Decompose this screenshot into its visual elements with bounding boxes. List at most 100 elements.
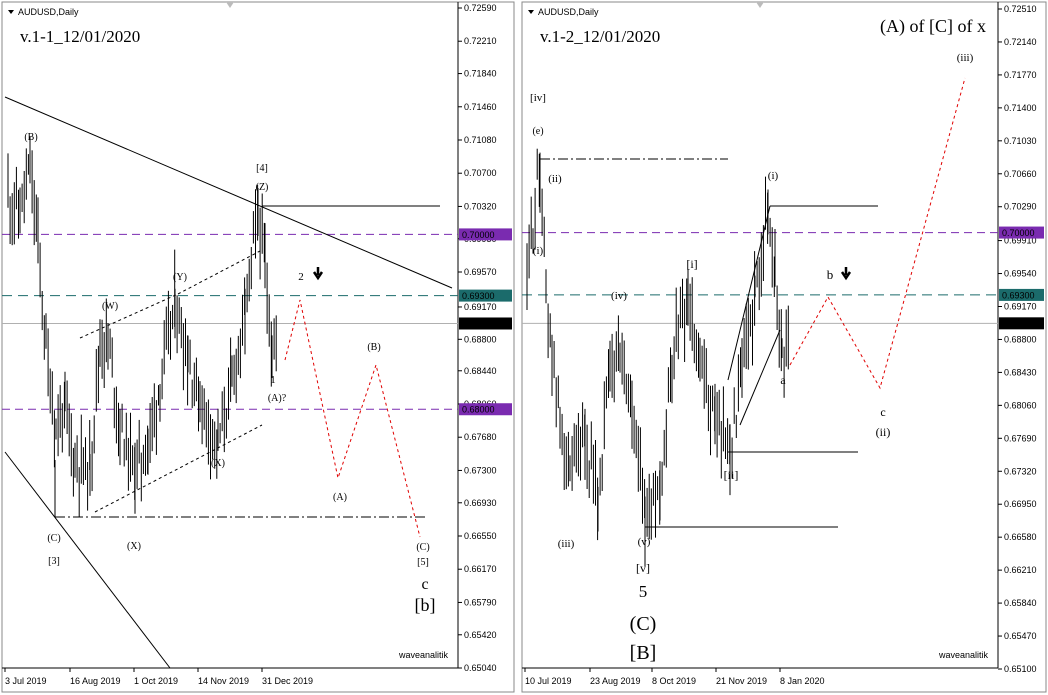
y-tick-label: 0.71770: [1004, 70, 1037, 80]
wave-label: [5]: [417, 557, 429, 568]
wave-label: (v): [638, 536, 651, 548]
wave-label: (iii): [957, 52, 974, 64]
wave-label: (A): [333, 492, 347, 503]
y-tick-label: 0.66580: [1004, 532, 1037, 542]
y-tick-label: 0.65040: [464, 663, 497, 673]
symbol-label: AUDUSD,Daily: [18, 7, 79, 17]
wave-label: (B): [367, 342, 380, 353]
y-tick-label: 0.65790: [464, 597, 497, 607]
wave-label: (B): [24, 132, 37, 143]
wave-label: 5: [639, 582, 648, 601]
x-tick-label: 21 Nov 2019: [716, 676, 767, 686]
level-price-label: 0.68981: [1002, 319, 1035, 329]
level-price-label: 0.70000: [462, 230, 495, 240]
x-tick-label: 14 Nov 2019: [198, 676, 249, 686]
y-tick-label: 0.65420: [464, 630, 497, 640]
y-tick-label: 0.72210: [464, 36, 497, 46]
version-label: v.1-2_12/01/2020: [540, 27, 660, 46]
y-tick-label: 0.72140: [1004, 37, 1037, 47]
wave-label: (i): [768, 170, 779, 182]
y-tick-label: 0.71080: [464, 135, 497, 145]
y-tick-label: 0.66930: [464, 498, 497, 508]
wave-label: (C): [416, 542, 429, 553]
y-tick-label: 0.70700: [464, 168, 497, 178]
y-tick-label: 0.67680: [464, 432, 497, 442]
y-tick-label: 0.67300: [464, 465, 497, 475]
y-tick-label: 0.66550: [464, 531, 497, 541]
version-label: v.1-1_12/01/2020: [20, 27, 140, 46]
wave-label: (A)?: [268, 393, 287, 404]
wave-label: [ii]: [724, 468, 739, 482]
y-tick-label: 0.72510: [1004, 4, 1037, 14]
wave-label: c: [880, 405, 885, 419]
charts-svg: 0.72590 0.72210 0.71840 0.71460 0.71080 0.707…: [1, 1, 1047, 693]
chart-frame: [1, 1, 515, 693]
y-tick-label: 0.67690: [1004, 433, 1037, 443]
y-tick-label: 0.65840: [1004, 598, 1037, 608]
y-tick-label: 0.68440: [464, 366, 497, 376]
watermark: waveanalitik: [398, 650, 449, 660]
wave-label: [b]: [415, 595, 436, 615]
y-tick-label: 0.69170: [1004, 301, 1037, 311]
x-tick-label: 23 Aug 2019: [590, 676, 641, 686]
y-tick-label: 0.69540: [1004, 269, 1037, 279]
wave-label: [v]: [636, 561, 650, 575]
y-tick-label: 0.71460: [464, 102, 497, 112]
level-price-label: 0.69300: [462, 291, 495, 301]
watermark: waveanalitik: [938, 650, 989, 660]
headline-label: (A) of [C] of x: [880, 16, 986, 37]
wave-label: (Y): [173, 272, 187, 283]
x-tick-label: 10 Jul 2019: [525, 676, 572, 686]
x-tick-label: 8 Oct 2019: [652, 676, 696, 686]
wave-label: (e): [532, 126, 543, 137]
y-tick-label: 0.71400: [1004, 103, 1037, 113]
wave-label: (W): [102, 301, 118, 312]
wave-label: [3]: [48, 556, 60, 567]
y-tick-label: 0.71030: [1004, 136, 1037, 146]
x-tick-label: 31 Dec 2019: [262, 676, 313, 686]
wave-label: [iv]: [530, 92, 546, 104]
wave-label: c: [421, 576, 428, 593]
wave-label: (ii): [876, 425, 891, 439]
y-tick-label: 0.69570: [464, 267, 497, 277]
y-tick-label: 0.65100: [1004, 664, 1037, 674]
y-tick-label: 0.70290: [1004, 202, 1037, 212]
symbol-label: AUDUSD,Daily: [538, 7, 599, 17]
y-tick-label: 0.66210: [1004, 565, 1037, 575]
wave-label: (C): [47, 533, 60, 544]
wave-label: 1: [270, 374, 276, 386]
y-tick-label: 0.68430: [1004, 367, 1037, 377]
wave-label: 2: [298, 271, 304, 283]
wave-label: (X): [211, 458, 225, 469]
y-tick-label: 0.65470: [1004, 631, 1037, 641]
level-price-label: 0.70000: [1002, 228, 1035, 238]
chart-panel-1: 0.72590 0.72210 0.71840 0.71460 0.71080 0.707…: [1, 1, 515, 693]
y-tick-label: 0.71840: [464, 69, 497, 79]
wave-label: [B]: [630, 642, 657, 664]
y-tick-label: 0.68800: [464, 334, 497, 344]
level-price-label: 0.68981: [462, 319, 495, 329]
wave-label: (iv): [611, 290, 627, 302]
wave-label: [4]: [256, 163, 268, 174]
x-tick-label: 16 Aug 2019: [70, 676, 121, 686]
wave-label: b: [827, 267, 834, 282]
y-tick-label: 0.70320: [464, 201, 497, 211]
wave-label: a: [780, 373, 786, 387]
level-price-label: 0.69300: [1002, 290, 1035, 300]
wave-label: (i): [533, 245, 544, 257]
x-tick-label: 3 Jul 2019: [5, 676, 47, 686]
y-tick-label: 0.66170: [464, 564, 497, 574]
y-tick-label: 0.67320: [1004, 466, 1037, 476]
wave-label: [i]: [686, 257, 697, 271]
y-tick-label: 0.72590: [464, 3, 497, 13]
wave-label: (C): [630, 613, 657, 635]
y-tick-label: 0.68060: [1004, 400, 1037, 410]
y-tick-label: 0.68800: [1004, 334, 1037, 344]
chart-workspace: 0.72590 0.72210 0.71840 0.71460 0.71080 0.707…: [0, 0, 1048, 695]
wave-label: (X): [127, 541, 141, 552]
y-tick-label: 0.66950: [1004, 499, 1037, 509]
x-tick-label: 8 Jan 2020: [780, 676, 825, 686]
y-tick-label: 0.69170: [464, 302, 497, 312]
wave-label: (Z): [256, 182, 269, 193]
wave-label: (iii): [558, 538, 575, 550]
